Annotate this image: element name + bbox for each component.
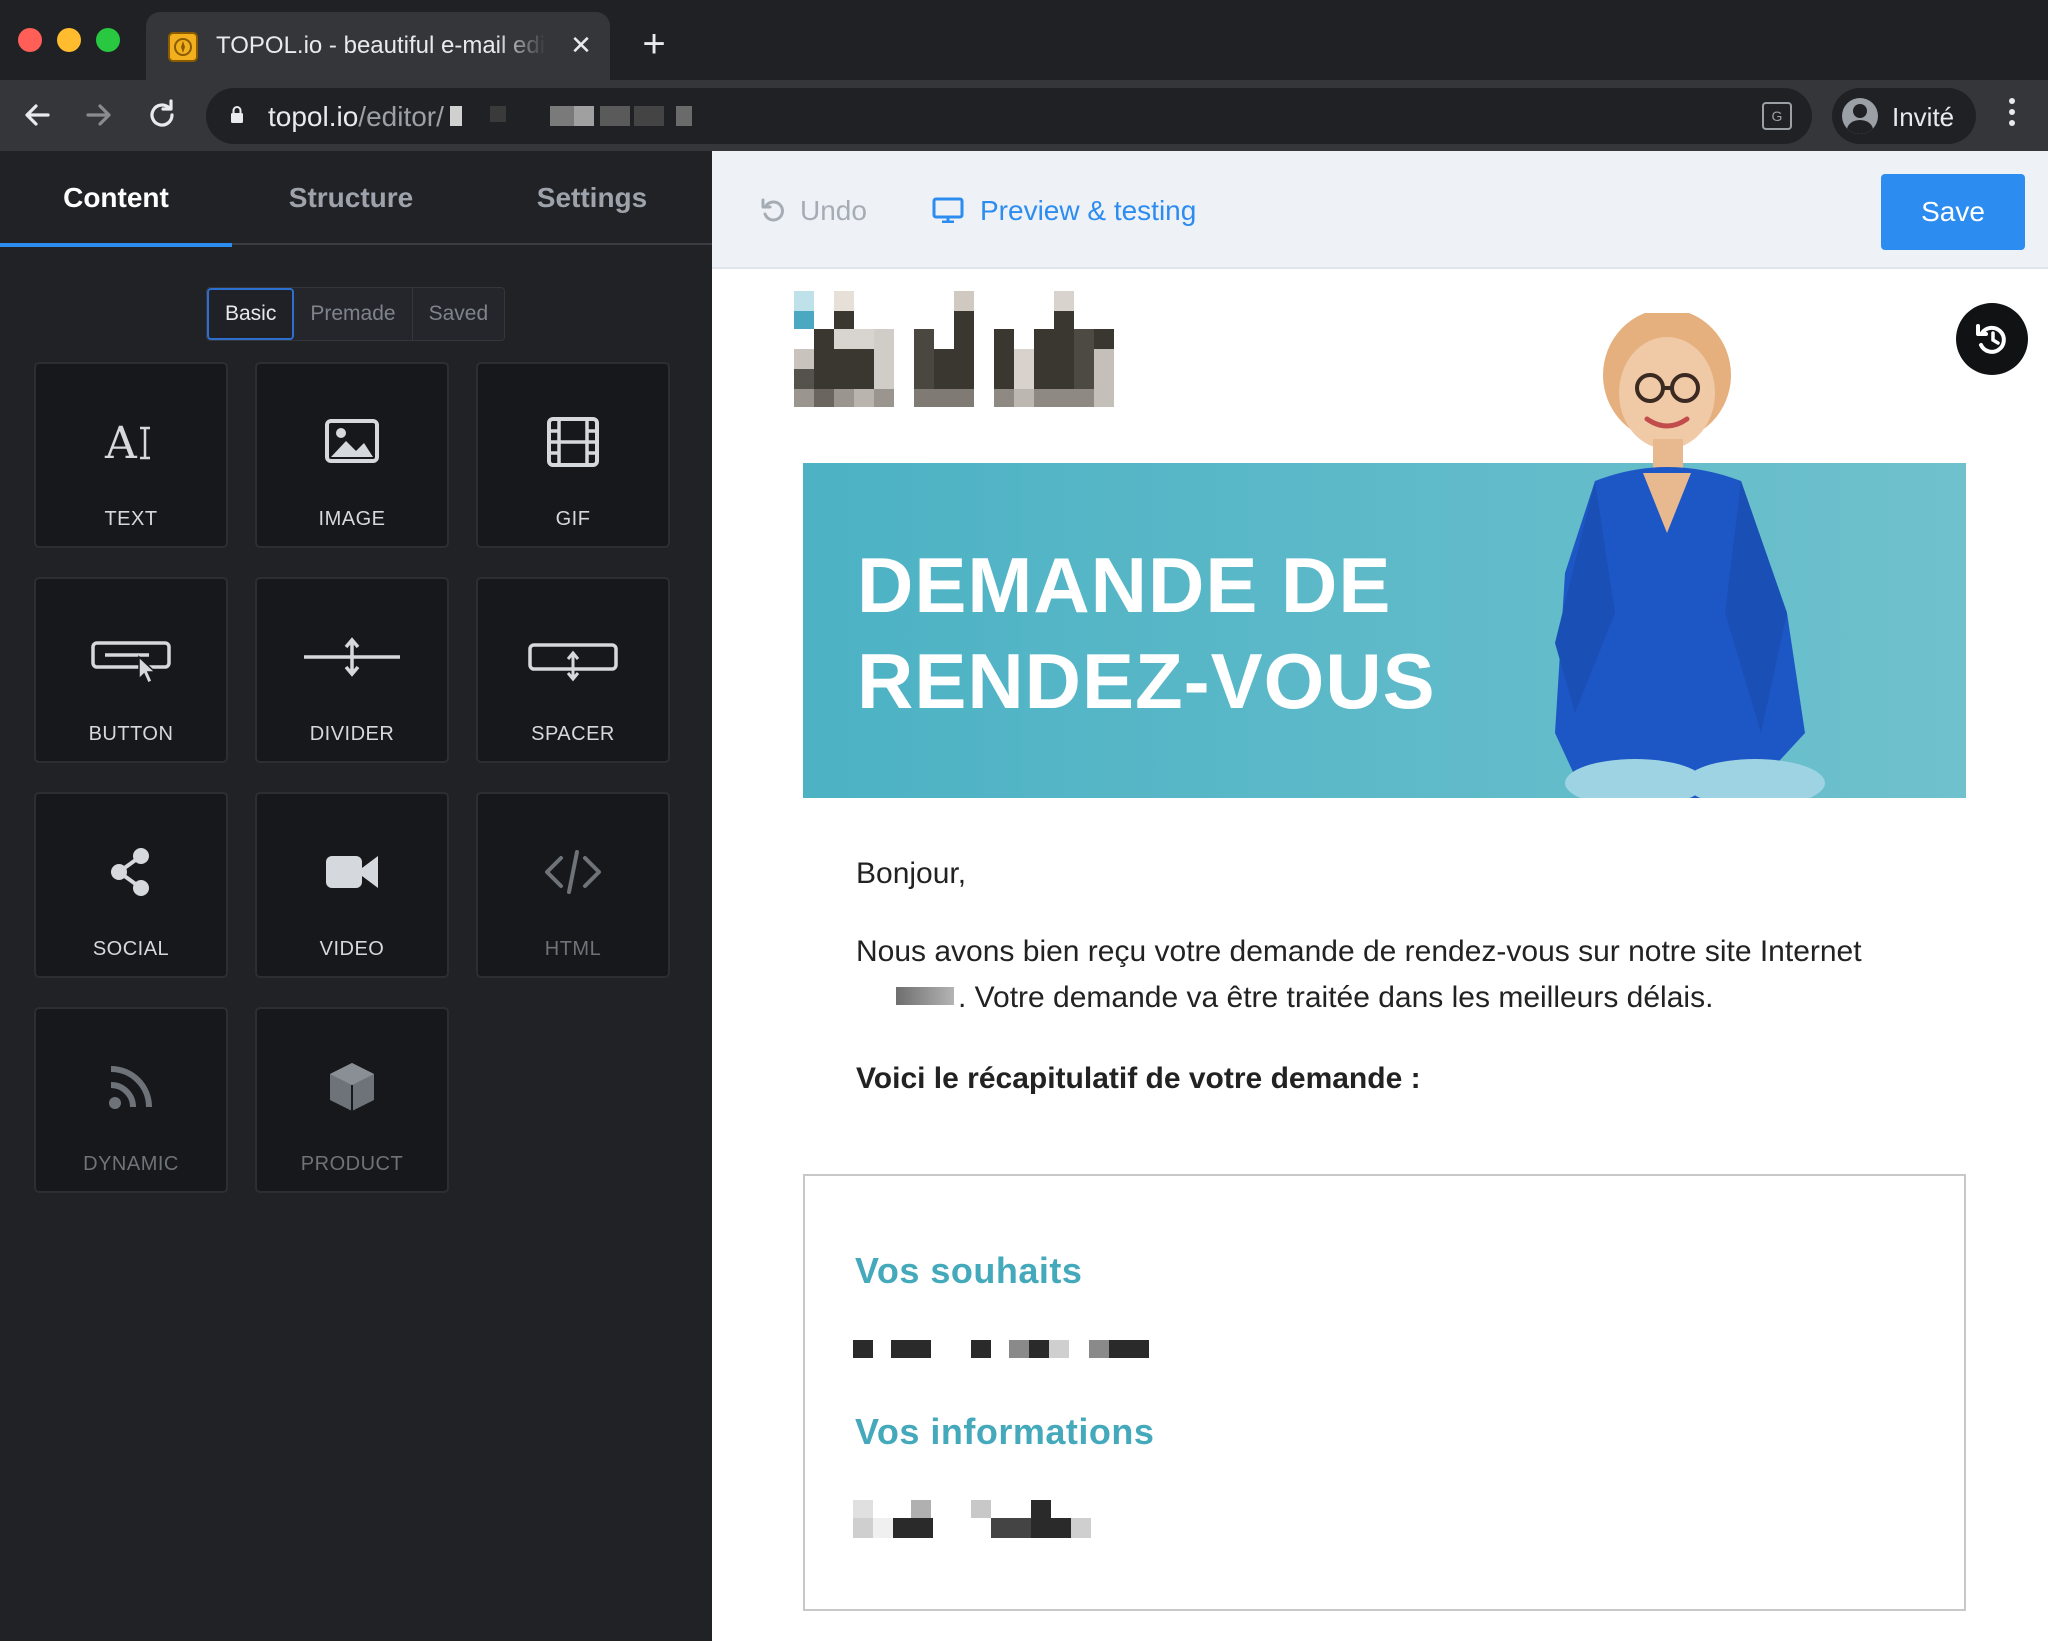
rss-icon (109, 1066, 152, 1109)
tab-content[interactable]: Content (0, 151, 232, 247)
redacted-wishes-value (853, 1340, 1149, 1358)
profile-button[interactable]: Invité (1832, 88, 1976, 144)
block-spacer[interactable]: SPACER (476, 577, 670, 763)
back-arrow-icon[interactable] (18, 95, 58, 135)
monitor-icon (932, 197, 964, 223)
topol-favicon-icon (168, 32, 198, 62)
avatar-icon (1842, 98, 1878, 134)
url-text: topol.io/editor/ (268, 101, 444, 132)
block-html[interactable]: HTML (476, 792, 670, 978)
address-bar[interactable]: topol.io/editor/ G (206, 88, 1812, 144)
block-divider[interactable]: DIVIDER (255, 577, 449, 763)
minimize-window-button[interactable] (57, 28, 81, 52)
section-wishes-heading: Vos souhaits (855, 1250, 1083, 1291)
reload-icon[interactable] (142, 95, 182, 135)
history-icon[interactable] (1956, 303, 2028, 375)
button-icon (91, 641, 171, 685)
browser-chrome: TOPOL.io - beautiful e-mail editor ✕ + t… (0, 0, 2048, 151)
code-icon (545, 850, 601, 894)
section-info-heading: Vos informations (855, 1411, 1155, 1452)
translate-icon[interactable]: G (1762, 102, 1792, 130)
block-social[interactable]: SOCIAL (34, 792, 228, 978)
greeting-text: Bonjour, (856, 857, 967, 890)
recap-box[interactable]: Vos souhaits Vos informations (803, 1174, 1966, 1611)
content-sidebar: Content Structure Settings Basic Premade… (0, 151, 712, 1641)
divider-icon (304, 637, 400, 677)
summary-intro: Voici le récapitulatif de votre demande … (856, 1062, 1421, 1095)
new-tab-button[interactable]: + (636, 24, 672, 64)
tab-close-icon[interactable]: ✕ (566, 30, 596, 60)
company-logo-redacted (794, 291, 1114, 407)
box-icon (330, 1063, 374, 1111)
tab-structure[interactable]: Structure (235, 151, 467, 245)
image-icon (325, 419, 379, 463)
redacted-url (450, 106, 750, 126)
lock-icon (231, 106, 243, 123)
share-icon (111, 848, 149, 896)
editor-toolbar: Undo Preview & testing Save (712, 151, 2048, 269)
block-category-switch: Basic Premade Saved (206, 287, 506, 341)
redacted-site-name (896, 987, 954, 1005)
browser-toolbar: topol.io/editor/ G Invité (0, 80, 2048, 151)
preview-testing-button[interactable]: Preview & testing (932, 195, 1196, 227)
email-editor: Undo Preview & testing Save DEMANDE DE R… (712, 151, 2048, 1641)
tab-title: TOPOL.io - beautiful e-mail editor (216, 32, 546, 60)
block-dynamic[interactable]: DYNAMIC (34, 1007, 228, 1193)
maximize-window-button[interactable] (96, 28, 120, 52)
hero-banner[interactable]: DEMANDE DE RENDEZ-VOUS (803, 313, 1966, 798)
subtab-premade[interactable]: Premade (294, 288, 413, 340)
block-video[interactable]: VIDEO (255, 792, 449, 978)
woman-photo (1555, 313, 1825, 798)
block-button[interactable]: BUTTON (34, 577, 228, 763)
video-camera-icon (326, 856, 378, 888)
forward-arrow-icon[interactable] (78, 95, 118, 135)
banner-title: DEMANDE DE RENDEZ-VOUS (857, 541, 1436, 725)
undo-icon (761, 198, 784, 222)
subtab-saved[interactable]: Saved (412, 288, 505, 340)
browser-tab[interactable]: TOPOL.io - beautiful e-mail editor ✕ (146, 12, 610, 80)
tab-settings[interactable]: Settings (476, 151, 708, 245)
intro-paragraph: Nous avons bien reçu votre demande de re… (856, 935, 1862, 1014)
sidebar-tabs: Content Structure Settings (0, 151, 712, 247)
close-window-button[interactable] (18, 28, 42, 52)
block-image[interactable]: IMAGE (255, 362, 449, 548)
block-gif[interactable]: GIF (476, 362, 670, 548)
profile-name: Invité (1892, 102, 1955, 132)
block-text[interactable]: A TEXT (34, 362, 228, 548)
browser-menu-icon[interactable] (2000, 94, 2024, 138)
svg-text:A: A (104, 418, 138, 469)
gif-film-icon (547, 417, 599, 467)
spacer-icon (528, 643, 618, 682)
block-product[interactable]: PRODUCT (255, 1007, 449, 1193)
text-icon: A (104, 418, 150, 469)
redacted-info-value (853, 1500, 1091, 1538)
save-button[interactable]: Save (1881, 174, 2025, 250)
subtab-basic[interactable]: Basic (207, 288, 295, 340)
undo-button[interactable]: Undo (760, 195, 867, 227)
